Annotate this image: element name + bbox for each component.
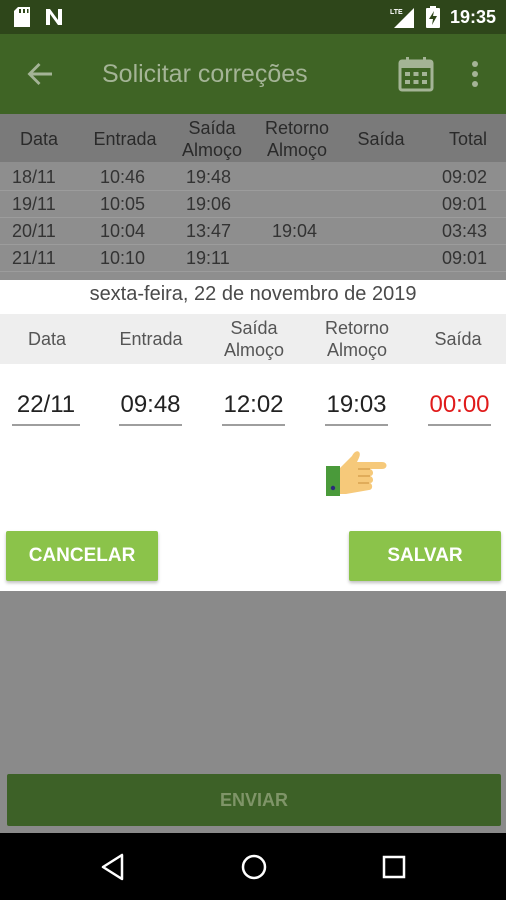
dialog-header-row: Data Entrada Saída Almoço Retorno Almoço…: [0, 314, 506, 364]
battery-charging-icon: [425, 6, 440, 28]
records-table-header: Data Entrada Saída Almoço Retorno Almoço…: [0, 114, 506, 162]
cell-data: 21/11: [12, 248, 56, 268]
status-left-icons: [14, 7, 64, 27]
col-saida-almoco: Saída Almoço: [176, 117, 248, 161]
back-arrow-icon[interactable]: [24, 58, 56, 90]
cell-data: 20/11: [12, 221, 56, 241]
col-saida: Saída: [357, 129, 405, 149]
col-saida-almoco-line1: Saída: [188, 118, 236, 138]
pointing-hand-icon: [326, 451, 387, 496]
dialog-col-saida-almoco-line1: Saída: [230, 318, 278, 338]
table-row[interactable]: 18/11 10:46 19:48 09:02: [0, 164, 506, 191]
cell-saida-almoco: 19:11: [186, 248, 230, 268]
dialog-col-data: Data: [27, 329, 67, 349]
dialog-col-saida-almoco: Saída Almoço: [216, 317, 292, 361]
table-row[interactable]: 20/11 10:04 13:47 19:04 03:43: [0, 218, 506, 245]
saida-almoco-field[interactable]: 12:02: [222, 388, 285, 426]
cell-total: 09:02: [442, 167, 488, 187]
correction-dialog: sexta-feira, 22 de novembro de 2019 Data…: [0, 280, 506, 591]
cell-entrada: 10:04: [100, 221, 146, 241]
dialog-date-label: sexta-feira, 22 de novembro de 2019: [89, 283, 417, 305]
dialog-col-retorno-almoco-line1: Retorno: [324, 318, 390, 338]
col-retorno-almoco-line1: Retorno: [264, 118, 330, 138]
screen: LTE 19:35 Solicitar correções Data Entra…: [0, 0, 506, 900]
navigation-bar: [0, 833, 506, 900]
cell-total: 03:43: [442, 221, 488, 241]
col-data: Data: [19, 129, 59, 149]
status-time: 19:35: [449, 6, 496, 27]
cancel-button[interactable]: CANCELAR: [6, 531, 158, 581]
dialog-col-retorno-almoco: Retorno Almoço: [316, 317, 398, 361]
calendar-icon[interactable]: [398, 56, 434, 92]
table-row[interactable]: 19/11 10:05 19:06 09:01: [0, 191, 506, 218]
dialog-col-retorno-almoco-line2: Almoço: [326, 340, 388, 360]
status-bar: LTE 19:35: [0, 0, 506, 34]
cell-data: 19/11: [12, 194, 56, 214]
dialog-col-saida: Saída: [434, 329, 482, 349]
more-vert-icon[interactable]: [466, 58, 484, 90]
lte-signal-icon: LTE: [390, 8, 414, 28]
col-saida-almoco-line2: Almoço: [181, 140, 243, 160]
cell-entrada: 10:05: [100, 194, 146, 214]
data-field[interactable]: 22/11: [12, 388, 80, 426]
nav-recents-icon[interactable]: [378, 851, 410, 883]
col-total: Total: [448, 129, 488, 149]
page-title: Solicitar correções: [102, 60, 308, 88]
cell-entrada: 10:46: [100, 167, 146, 187]
cell-saida-almoco: 13:47: [186, 221, 232, 241]
save-button[interactable]: SALVAR: [349, 531, 501, 581]
cell-data: 18/11: [12, 167, 56, 187]
dialog-col-entrada: Entrada: [119, 329, 183, 349]
table-row[interactable]: 21/11 10:10 19:11 09:01: [0, 245, 506, 272]
cell-saida-almoco: 19:06: [186, 194, 232, 214]
nav-back-icon[interactable]: [98, 851, 130, 883]
cell-retorno-almoco: 19:04: [272, 221, 318, 241]
sd-card-icon: [14, 7, 30, 27]
status-right-icons: LTE 19:35: [390, 6, 496, 28]
svg-text:LTE: LTE: [390, 9, 403, 16]
saida-field[interactable]: 00:00: [428, 388, 491, 426]
n-notification-icon: [46, 9, 62, 25]
entrada-field[interactable]: 09:48: [119, 388, 182, 426]
col-entrada: Entrada: [93, 129, 157, 149]
dialog-col-saida-almoco-line2: Almoço: [223, 340, 285, 360]
retorno-almoco-field[interactable]: 19:03: [325, 388, 388, 426]
cell-total: 09:01: [442, 194, 488, 214]
send-button[interactable]: ENVIAR: [7, 774, 501, 826]
app-bar: Solicitar correções: [0, 34, 506, 114]
nav-home-icon[interactable]: [238, 851, 270, 883]
cell-saida-almoco: 19:48: [186, 167, 232, 187]
col-retorno-almoco-line2: Almoço: [266, 140, 328, 160]
cell-total: 09:01: [442, 248, 488, 268]
records-table: Data Entrada Saída Almoço Retorno Almoço…: [0, 114, 506, 280]
cell-entrada: 10:10: [100, 248, 146, 268]
col-retorno-almoco: Retorno Almoço: [258, 117, 336, 161]
